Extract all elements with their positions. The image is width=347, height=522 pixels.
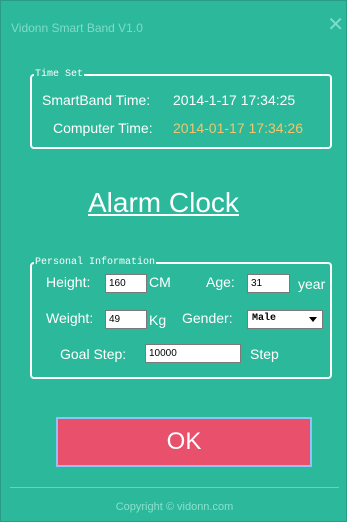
age-unit: year <box>298 276 326 292</box>
time-set-group: Time Set <box>30 69 332 149</box>
weight-unit: Kg <box>149 312 167 328</box>
close-icon[interactable]: ✕ <box>327 15 344 35</box>
goal-step-input[interactable] <box>145 344 241 363</box>
computer-time-value: 2014-01-17 17:34:26 <box>173 120 303 136</box>
dropdown-arrow-icon[interactable] <box>309 317 317 322</box>
window-title: Vidonn Smart Band V1.0 <box>11 21 143 35</box>
weight-label: Weight: <box>46 310 94 326</box>
footer-divider <box>10 487 339 488</box>
weight-input[interactable] <box>105 310 147 329</box>
smartband-time-value: 2014-1-17 17:34:25 <box>173 92 296 108</box>
age-label: Age: <box>206 274 235 290</box>
title-bar[interactable]: Vidonn Smart Band V1.0 ✕ <box>1 1 346 37</box>
ok-button[interactable]: OK <box>56 417 312 467</box>
height-unit: CM <box>149 274 171 290</box>
copyright-text: Copyright © vidonn.com <box>115 501 234 513</box>
height-label: Height: <box>46 274 91 290</box>
goal-step-unit: Step <box>250 346 279 362</box>
personal-information-legend: Personal Information <box>35 257 156 268</box>
gender-select[interactable]: Male <box>247 310 323 329</box>
computer-time-label: Computer Time: <box>53 120 153 136</box>
alarm-clock-link[interactable]: Alarm Clock <box>88 187 239 219</box>
gender-label: Gender: <box>182 310 233 326</box>
time-set-legend: Time Set <box>35 69 84 80</box>
goal-step-label: Goal Step: <box>60 346 127 362</box>
height-input[interactable] <box>105 274 147 293</box>
age-input[interactable] <box>247 274 290 293</box>
app-window: Vidonn Smart Band V1.0 ✕ Time Set SmartB… <box>0 0 347 522</box>
smartband-time-label: SmartBand Time: <box>42 92 151 108</box>
gender-selected-value: Male <box>252 313 277 324</box>
